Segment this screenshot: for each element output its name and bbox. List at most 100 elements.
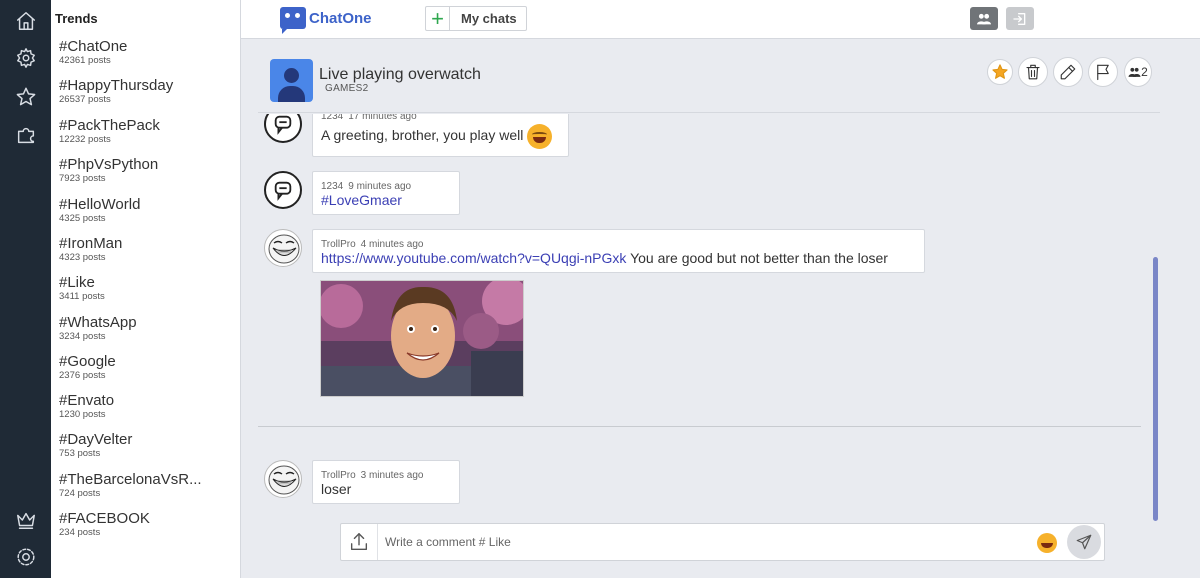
message-user[interactable]: TrollPro bbox=[321, 470, 356, 481]
logout-icon[interactable] bbox=[1006, 7, 1034, 30]
edit-button[interactable] bbox=[1053, 57, 1083, 87]
trend-count: 4323 posts bbox=[59, 252, 106, 263]
users-icon[interactable] bbox=[970, 7, 998, 30]
trend-count: 7923 posts bbox=[59, 173, 106, 184]
trend-count: 42361 posts bbox=[59, 55, 111, 66]
members-count: 2 bbox=[1141, 65, 1148, 79]
message-meta: 1234 17 minutes ago bbox=[321, 114, 560, 122]
cog-icon[interactable] bbox=[13, 544, 39, 570]
youtube-link[interactable]: https://www.youtube.com/watch?v=QUqgi-nP… bbox=[321, 250, 626, 266]
chat-bubble-icon bbox=[274, 115, 292, 135]
trend-count: 3234 posts bbox=[59, 331, 106, 342]
messages-list[interactable]: 1234 17 minutes ago A greeting, brother, … bbox=[258, 114, 1160, 519]
my-chats-label: My chats bbox=[461, 11, 517, 26]
trend-count: 234 posts bbox=[59, 527, 101, 538]
message-time: 3 minutes ago bbox=[360, 470, 424, 481]
pencil-icon bbox=[1060, 64, 1076, 80]
send-icon bbox=[1076, 534, 1092, 550]
trollface-avatar[interactable] bbox=[264, 229, 302, 267]
message-time: 17 minutes ago bbox=[348, 114, 417, 122]
trends-title: Trends bbox=[55, 11, 98, 26]
trend-count: 3411 posts bbox=[59, 291, 105, 302]
trend-count: 1230 posts bbox=[59, 409, 106, 420]
message-divider bbox=[258, 426, 1141, 427]
chatone-logo[interactable]: ChatOne bbox=[280, 7, 372, 34]
upload-button[interactable] bbox=[341, 524, 378, 560]
trend-tag: #DayVelter bbox=[59, 431, 133, 448]
trend-tag: #Like bbox=[59, 274, 95, 291]
flag-icon bbox=[1097, 64, 1109, 81]
trend-count: 724 posts bbox=[59, 488, 101, 499]
comment-input[interactable] bbox=[385, 533, 985, 551]
trend-item[interactable]: #Like 3411 posts bbox=[59, 274, 237, 303]
logo-text: ChatOne bbox=[309, 9, 372, 27]
message-text: loser bbox=[321, 481, 352, 497]
message-user[interactable]: TrollPro bbox=[321, 239, 356, 250]
trend-count: 12232 posts bbox=[59, 134, 111, 145]
attached-image[interactable] bbox=[320, 280, 524, 397]
message-time: 4 minutes ago bbox=[360, 239, 424, 250]
message-text: A greeting, brother, you play well bbox=[321, 124, 560, 149]
message-bubble: 1234 17 minutes ago A greeting, brother, … bbox=[312, 114, 569, 157]
trend-item[interactable]: #WhatsApp 3234 posts bbox=[59, 314, 237, 343]
user-avatar[interactable] bbox=[264, 114, 302, 143]
my-chats-button[interactable]: + My chats bbox=[425, 6, 527, 31]
user-avatar[interactable] bbox=[264, 171, 302, 209]
trends-sidebar: Trends #ChatOne 42361 posts #HappyThursda… bbox=[51, 0, 241, 578]
trend-tag: #HelloWorld bbox=[59, 196, 141, 213]
trend-count: 4325 posts bbox=[59, 213, 106, 224]
message-body: You are good but not better than the los… bbox=[630, 250, 888, 266]
crown-icon[interactable] bbox=[13, 507, 39, 533]
trend-item[interactable]: #ChatOne 42361 posts bbox=[59, 38, 237, 67]
messages-scrollbar[interactable] bbox=[1153, 257, 1158, 521]
chat-title: Live playing overwatch bbox=[319, 66, 481, 83]
grinning-emoji-icon bbox=[527, 124, 553, 149]
trend-item[interactable]: #PhpVsPython 7923 posts bbox=[59, 156, 237, 185]
message-meta: TrollPro 4 minutes ago bbox=[321, 230, 916, 250]
message-user[interactable]: 1234 bbox=[321, 114, 343, 122]
trend-count: 2376 posts bbox=[59, 370, 106, 381]
trend-item[interactable]: #TheBarcelonaVsR... 724 posts bbox=[59, 471, 237, 500]
trend-tag: #PhpVsPython bbox=[59, 156, 159, 173]
chat-header: Live playing overwatch GAMES2 2 bbox=[258, 40, 1160, 113]
message-meta: TrollPro 3 minutes ago bbox=[321, 461, 451, 481]
trend-item[interactable]: #HelloWorld 4325 posts bbox=[59, 196, 237, 225]
trend-item[interactable]: #Envato 1230 posts bbox=[59, 392, 237, 421]
trend-item[interactable]: #DayVelter 753 posts bbox=[59, 431, 237, 460]
trend-tag: #IronMan bbox=[59, 235, 123, 252]
trend-item[interactable]: #PackThePack 12232 posts bbox=[59, 117, 237, 146]
trend-item[interactable]: #Google 2376 posts bbox=[59, 353, 237, 382]
settings-gear-icon[interactable] bbox=[13, 45, 39, 71]
delete-button[interactable] bbox=[1018, 57, 1048, 87]
members-button[interactable]: 2 bbox=[1124, 57, 1152, 87]
trend-tag: #ChatOne bbox=[59, 38, 128, 55]
icon-rail bbox=[0, 0, 51, 578]
trend-tag: #WhatsApp bbox=[59, 314, 137, 331]
trend-tag: #HappyThursday bbox=[59, 77, 174, 94]
trollface-avatar[interactable] bbox=[264, 460, 302, 498]
puzzle-icon[interactable] bbox=[13, 122, 39, 148]
report-button[interactable] bbox=[1088, 57, 1118, 87]
trend-item[interactable]: #IronMan 4323 posts bbox=[59, 235, 237, 264]
message-text: #LoveGmaer bbox=[321, 192, 451, 208]
send-button[interactable] bbox=[1067, 525, 1101, 559]
trend-count: 26537 posts bbox=[59, 94, 111, 105]
trend-tag: #TheBarcelonaVsR... bbox=[59, 471, 202, 488]
trend-item[interactable]: #HappyThursday 26537 posts bbox=[59, 77, 237, 106]
message-body: A greeting, brother, you play well bbox=[321, 127, 524, 144]
star-icon[interactable] bbox=[13, 84, 39, 110]
favorite-star-button[interactable] bbox=[987, 59, 1013, 85]
upload-icon bbox=[350, 533, 368, 551]
message-composer bbox=[340, 523, 1105, 561]
message-meta: 1234 9 minutes ago bbox=[321, 172, 451, 192]
message-user[interactable]: 1234 bbox=[321, 181, 343, 192]
home-icon[interactable] bbox=[13, 8, 39, 34]
trend-item[interactable]: #FACEBOOK 234 posts bbox=[59, 510, 237, 539]
trash-icon bbox=[1026, 64, 1040, 80]
emoji-picker-icon[interactable] bbox=[1037, 533, 1057, 553]
message-bubble: 1234 9 minutes ago #LoveGmaer bbox=[312, 171, 460, 215]
trend-tag: #FACEBOOK bbox=[59, 510, 150, 527]
trend-tag: #Google bbox=[59, 353, 116, 370]
plus-icon[interactable]: + bbox=[426, 7, 450, 30]
hashtag-link[interactable]: #LoveGmaer bbox=[321, 192, 402, 208]
